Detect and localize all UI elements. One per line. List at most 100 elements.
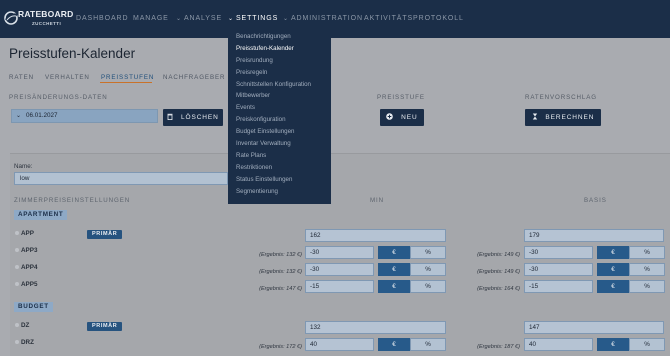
nav-settings-label: SETTINGS — [235, 15, 279, 22]
menu-item-preisstufen-kalender[interactable]: Preisstufen-Kalender — [228, 43, 331, 55]
name-input[interactable]: low — [14, 172, 228, 185]
room-name-drz[interactable]: DRZ — [15, 339, 34, 346]
app-logo[interactable]: RATEBOARD ZUCCHETTI — [3, 8, 73, 30]
min-euro-toggle[interactable]: € — [378, 246, 410, 259]
menu-item-mitbewerber[interactable]: Mitbewerber — [228, 90, 331, 102]
min-price-input[interactable]: 162 — [305, 229, 446, 242]
nav-administration-label: ADMINISTRATION — [290, 15, 363, 22]
name-label: Name: — [14, 163, 33, 170]
nav-manage-label: MANAGE — [133, 15, 169, 22]
min-percent-toggle[interactable]: % — [410, 263, 446, 276]
menu-item-preiskonfiguration[interactable]: Preiskonfiguration — [228, 114, 331, 126]
nav-dashboard-label: DASHBOARD — [76, 15, 129, 22]
new-button[interactable]: NEU — [380, 109, 424, 126]
room-name-app3[interactable]: APP3 — [15, 247, 37, 254]
basis-euro-toggle[interactable]: € — [597, 263, 629, 276]
basis-euro-toggle[interactable]: € — [597, 280, 629, 293]
basis-result-text: (Ergebnis: 164 €) — [477, 286, 520, 292]
basis-offset-input[interactable]: -30 — [524, 263, 593, 276]
room-group-apartment: APARTMENT — [14, 210, 68, 220]
min-euro-toggle[interactable]: € — [378, 280, 410, 293]
nav-analyse[interactable]: ⌄ ANALYSE — [176, 12, 222, 26]
radio-icon — [15, 265, 19, 270]
basis-result-text: (Ergebnis: 149 €) — [477, 269, 520, 275]
room-name-app5[interactable]: APP5 — [15, 281, 37, 288]
nav-analyse-label: ANALYSE — [183, 15, 223, 22]
chevron-down-icon: ⌄ — [16, 113, 22, 119]
page-title: Preisstufen-Kalender — [9, 46, 136, 61]
delete-button-label: LÖSCHEN — [180, 114, 219, 121]
logo-subtitle: ZUCCHETTI — [32, 21, 62, 26]
min-percent-toggle[interactable]: % — [410, 338, 446, 351]
menu-item-events[interactable]: Events — [228, 102, 331, 114]
nav-dashboard[interactable]: DASHBOARD — [76, 12, 128, 26]
room-name-app[interactable]: APP — [15, 230, 34, 237]
basis-column-header: BASIS — [584, 197, 607, 204]
hourglass-icon — [532, 113, 541, 121]
menu-item-budget-einstellungen[interactable]: Budget Einstellungen — [228, 126, 331, 138]
nav-activity-log-label: AKTIVITÄTSPROTOKOLL — [364, 15, 464, 22]
min-offset-input[interactable]: -30 — [305, 263, 374, 276]
menu-item-benachrichtigungen[interactable]: Benachrichtigungen — [228, 31, 331, 43]
logo-title: RATEBOARD — [18, 9, 74, 19]
menu-item-rate-plans[interactable]: Rate Plans — [228, 150, 331, 162]
radio-icon — [15, 248, 19, 253]
nav-activity-log[interactable]: AKTIVITÄTSPROTOKOLL — [364, 12, 464, 26]
room-settings-heading: ZIMMERPREISEINSTELLUNGEN — [14, 197, 131, 204]
min-result-text: (Ergebnis: 132 €) — [259, 269, 302, 275]
basis-result-text: (Ergebnis: 149 €) — [477, 252, 520, 258]
min-result-text: (Ergebnis: 147 €) — [259, 286, 302, 292]
room-group-budget: BUDGET — [14, 302, 53, 312]
min-offset-input[interactable]: -15 — [305, 280, 374, 293]
basis-offset-input[interactable]: 40 — [524, 338, 593, 351]
delete-button[interactable]: LÖSCHEN — [163, 109, 223, 126]
date-value: 06.01.2027 — [26, 112, 58, 119]
min-offset-input[interactable]: -30 — [305, 246, 374, 259]
min-column-header: MIN — [370, 197, 385, 204]
menu-item-preisrundung[interactable]: Preisrundung — [228, 55, 331, 67]
min-offset-input[interactable]: 40 — [305, 338, 374, 351]
logo-swoosh-icon — [4, 11, 18, 25]
min-percent-toggle[interactable]: % — [410, 280, 446, 293]
menu-item-schnittstellen-konfiguration[interactable]: Schnittstellen Konfiguration — [228, 79, 331, 91]
room-name-dz[interactable]: DZ — [15, 322, 29, 329]
basis-price-input[interactable]: 147 — [524, 321, 664, 334]
room-name-app4[interactable]: APP4 — [15, 264, 37, 271]
menu-item-preisregeln[interactable]: Preisregeln — [228, 67, 331, 79]
chevron-down-icon: ⌄ — [283, 16, 289, 22]
trash-icon — [167, 113, 176, 121]
basis-percent-toggle[interactable]: % — [629, 246, 665, 259]
basis-percent-toggle[interactable]: % — [629, 280, 665, 293]
min-price-input[interactable]: 132 — [305, 321, 446, 334]
date-select[interactable]: ⌄ 06.01.2027 — [11, 109, 158, 123]
min-result-text: (Ergebnis: 172 €) — [259, 344, 302, 350]
basis-offset-input[interactable]: -30 — [524, 246, 593, 259]
min-euro-toggle[interactable]: € — [378, 338, 410, 351]
active-tab-indicator — [100, 82, 152, 83]
menu-item-restriktionen[interactable]: Restriktionen — [228, 162, 331, 174]
tab-nachfrageber[interactable]: NACHFRAGEBER — [163, 73, 225, 83]
nav-administration[interactable]: ⌄ ADMINISTRATION — [283, 12, 363, 26]
menu-item-status-einstellungen[interactable]: Status Einstellungen — [228, 174, 331, 186]
basis-percent-toggle[interactable]: % — [629, 338, 665, 351]
chevron-down-icon: ⌄ — [176, 16, 182, 22]
basis-percent-toggle[interactable]: % — [629, 263, 665, 276]
min-percent-toggle[interactable]: % — [410, 246, 446, 259]
basis-result-text: (Ergebnis: 187 €) — [477, 344, 520, 350]
plus-circle-icon — [386, 113, 396, 121]
rate-suggestion-label: RATENVORSCHLAG — [525, 94, 597, 101]
nav-manage[interactable]: MANAGE — [133, 12, 169, 26]
tab-raten[interactable]: RATEN — [9, 73, 34, 83]
calculate-button[interactable]: BERECHNEN — [525, 109, 601, 126]
basis-offset-input[interactable]: -15 — [524, 280, 593, 293]
basis-price-input[interactable]: 179 — [524, 229, 664, 242]
basis-euro-toggle[interactable]: € — [597, 246, 629, 259]
menu-item-segmentierung[interactable]: Segmentierung — [228, 186, 331, 198]
tab-verhalten[interactable]: VERHALTEN — [45, 73, 90, 83]
nav-settings[interactable]: ⌄ SETTINGS — [228, 12, 278, 26]
min-euro-toggle[interactable]: € — [378, 263, 410, 276]
settings-dropdown-menu: Benachrichtigungen Preisstufen-Kalender … — [228, 28, 331, 204]
menu-item-inventar-verwaltung[interactable]: Inventar Verwaltung — [228, 138, 331, 150]
radio-icon — [15, 323, 19, 328]
basis-euro-toggle[interactable]: € — [597, 338, 629, 351]
